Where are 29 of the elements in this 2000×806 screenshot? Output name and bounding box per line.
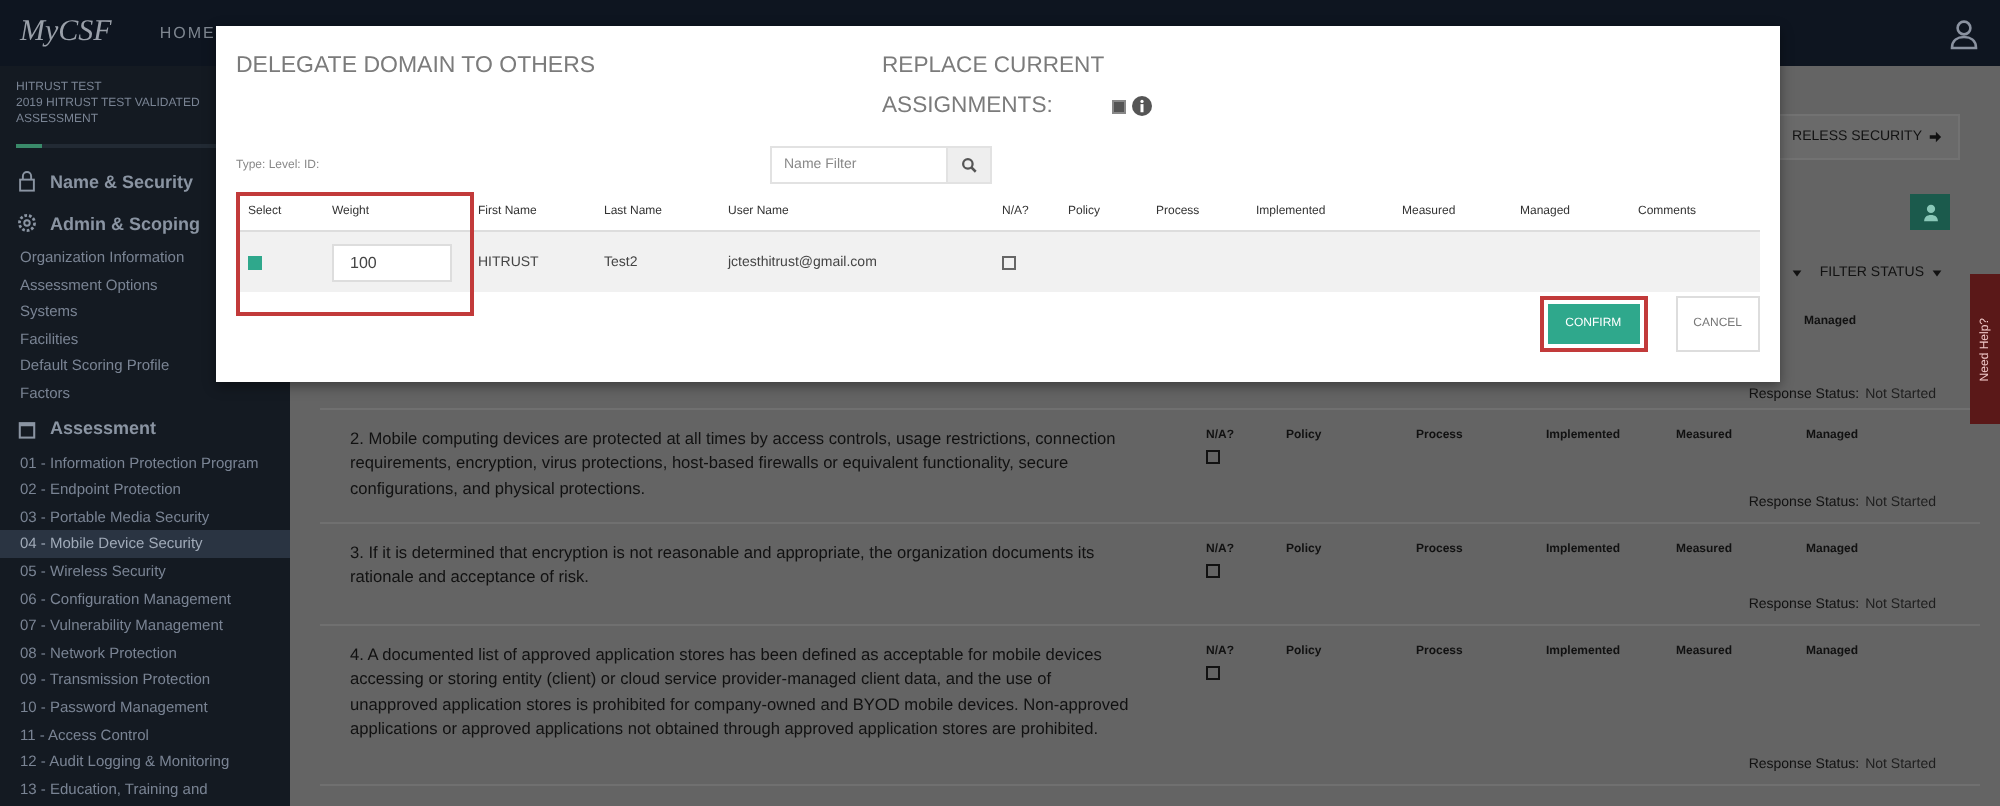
search-button[interactable] bbox=[946, 146, 992, 184]
search-icon bbox=[960, 156, 978, 174]
gear-icon bbox=[16, 212, 38, 234]
section-label[interactable]: Admin & Scoping bbox=[50, 213, 200, 233]
replace-label: REPLACE CURRENT ASSIGNMENTS: bbox=[882, 52, 1106, 122]
question-text: 2. Mobile computing devices are protected at all times by access controls, usage restrictions, connection requirements, encryption, virus protections, host-based firewalls or equivalent functionality, secure configurations, and physical protections. bbox=[350, 426, 1118, 502]
dialog-title: DELEGATE DOMAIN TO OTHERS bbox=[236, 52, 598, 82]
section-label[interactable]: Name & Security bbox=[50, 171, 194, 191]
nav-link[interactable]: HOME bbox=[159, 24, 216, 42]
calendar-icon bbox=[16, 417, 38, 440]
user-icon[interactable] bbox=[1948, 17, 1980, 49]
add-user-button[interactable] bbox=[1910, 194, 1950, 230]
na-checkbox[interactable] bbox=[1206, 450, 1220, 464]
info-icon bbox=[1132, 96, 1152, 116]
caret-icon[interactable] bbox=[1789, 265, 1804, 279]
logo[interactable]: MyCSF bbox=[20, 16, 112, 50]
section-label[interactable]: Assessment bbox=[50, 418, 157, 439]
weight-field[interactable]: 100 bbox=[332, 243, 452, 281]
question-text: 3. If it is determined that encryption is not reasonable and appropriate, the organization documents its rationale and acceptance of risk. bbox=[350, 540, 1097, 591]
question-text: 4. A documented list of approved application stores has been defined as acceptable for mobile devices accessing or storing entity (client) or cloud service provider-managed client data, and the use of unapproved application stores is prohibited for company-owned and BYOD mobile devices. Non-approved applications or approved applications not obtained through approved application stores are prohibited. bbox=[350, 642, 1131, 742]
na-checkbox[interactable] bbox=[1002, 255, 1016, 269]
lock-icon bbox=[16, 170, 38, 192]
caret-icon bbox=[1930, 265, 1944, 279]
replace-checkbox[interactable] bbox=[1112, 100, 1126, 114]
user-add-icon bbox=[1919, 201, 1941, 223]
na-checkbox[interactable] bbox=[1206, 564, 1220, 578]
na-checkbox[interactable] bbox=[1206, 666, 1220, 680]
select-checkbox[interactable] bbox=[248, 255, 262, 269]
arrow-icon bbox=[1928, 130, 1942, 144]
